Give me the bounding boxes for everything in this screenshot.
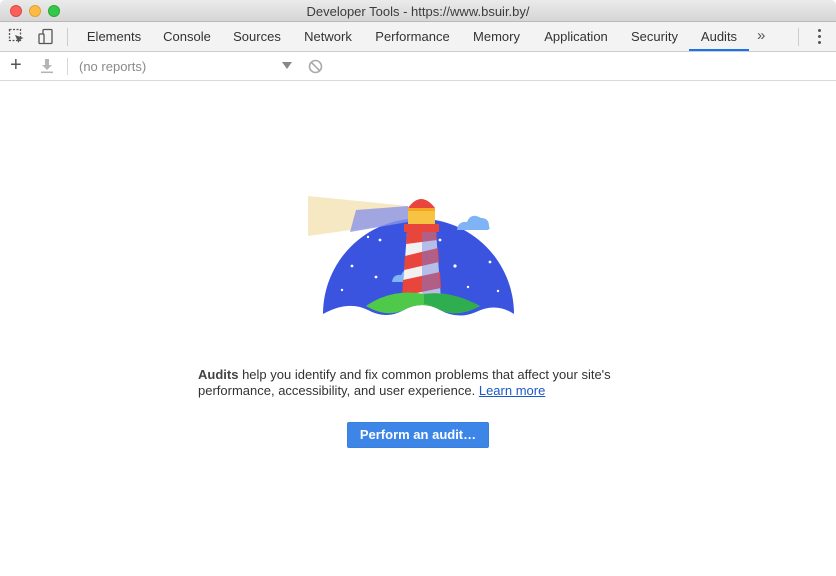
tab-security[interactable]: Security (620, 22, 689, 51)
clear-reports-icon[interactable] (308, 59, 323, 74)
toolbar-divider (798, 28, 799, 46)
inspect-element-icon[interactable] (8, 28, 26, 46)
more-options-icon[interactable] (816, 29, 822, 45)
more-tabs-button[interactable]: » (757, 22, 765, 51)
audits-description-strong: Audits (198, 367, 239, 382)
window-title: Developer Tools - https://www.bsuir.by/ (306, 4, 530, 19)
reports-select[interactable]: (no reports) (79, 59, 146, 74)
devtools-tab-strip: Elements Console Sources Network Perform… (0, 22, 836, 52)
toolbar-divider (67, 58, 68, 75)
window-titlebar: Developer Tools - https://www.bsuir.by/ (0, 0, 836, 22)
learn-more-link[interactable]: Learn more (479, 383, 545, 398)
tab-memory[interactable]: Memory (461, 22, 532, 51)
chevron-down-icon[interactable] (282, 62, 292, 69)
new-audit-button[interactable]: + (10, 54, 22, 76)
tab-sources[interactable]: Sources (222, 22, 292, 51)
tab-application[interactable]: Application (532, 22, 620, 51)
lighthouse-illustration (308, 196, 514, 316)
tab-network[interactable]: Network (292, 22, 364, 51)
tab-console[interactable]: Console (152, 22, 222, 51)
perform-audit-button[interactable]: Perform an audit… (347, 422, 489, 448)
tab-elements[interactable]: Elements (76, 22, 152, 51)
tab-performance[interactable]: Performance (364, 22, 461, 51)
device-toolbar-icon[interactable] (37, 28, 55, 46)
toolbar-divider (67, 28, 68, 46)
audits-description-text: help you identify and fix common problem… (198, 367, 611, 398)
audits-description: Audits help you identify and fix common … (198, 367, 638, 399)
audits-toolbar: + (no reports) (0, 52, 836, 81)
download-report-icon[interactable] (40, 58, 54, 74)
tab-audits[interactable]: Audits (689, 22, 749, 51)
